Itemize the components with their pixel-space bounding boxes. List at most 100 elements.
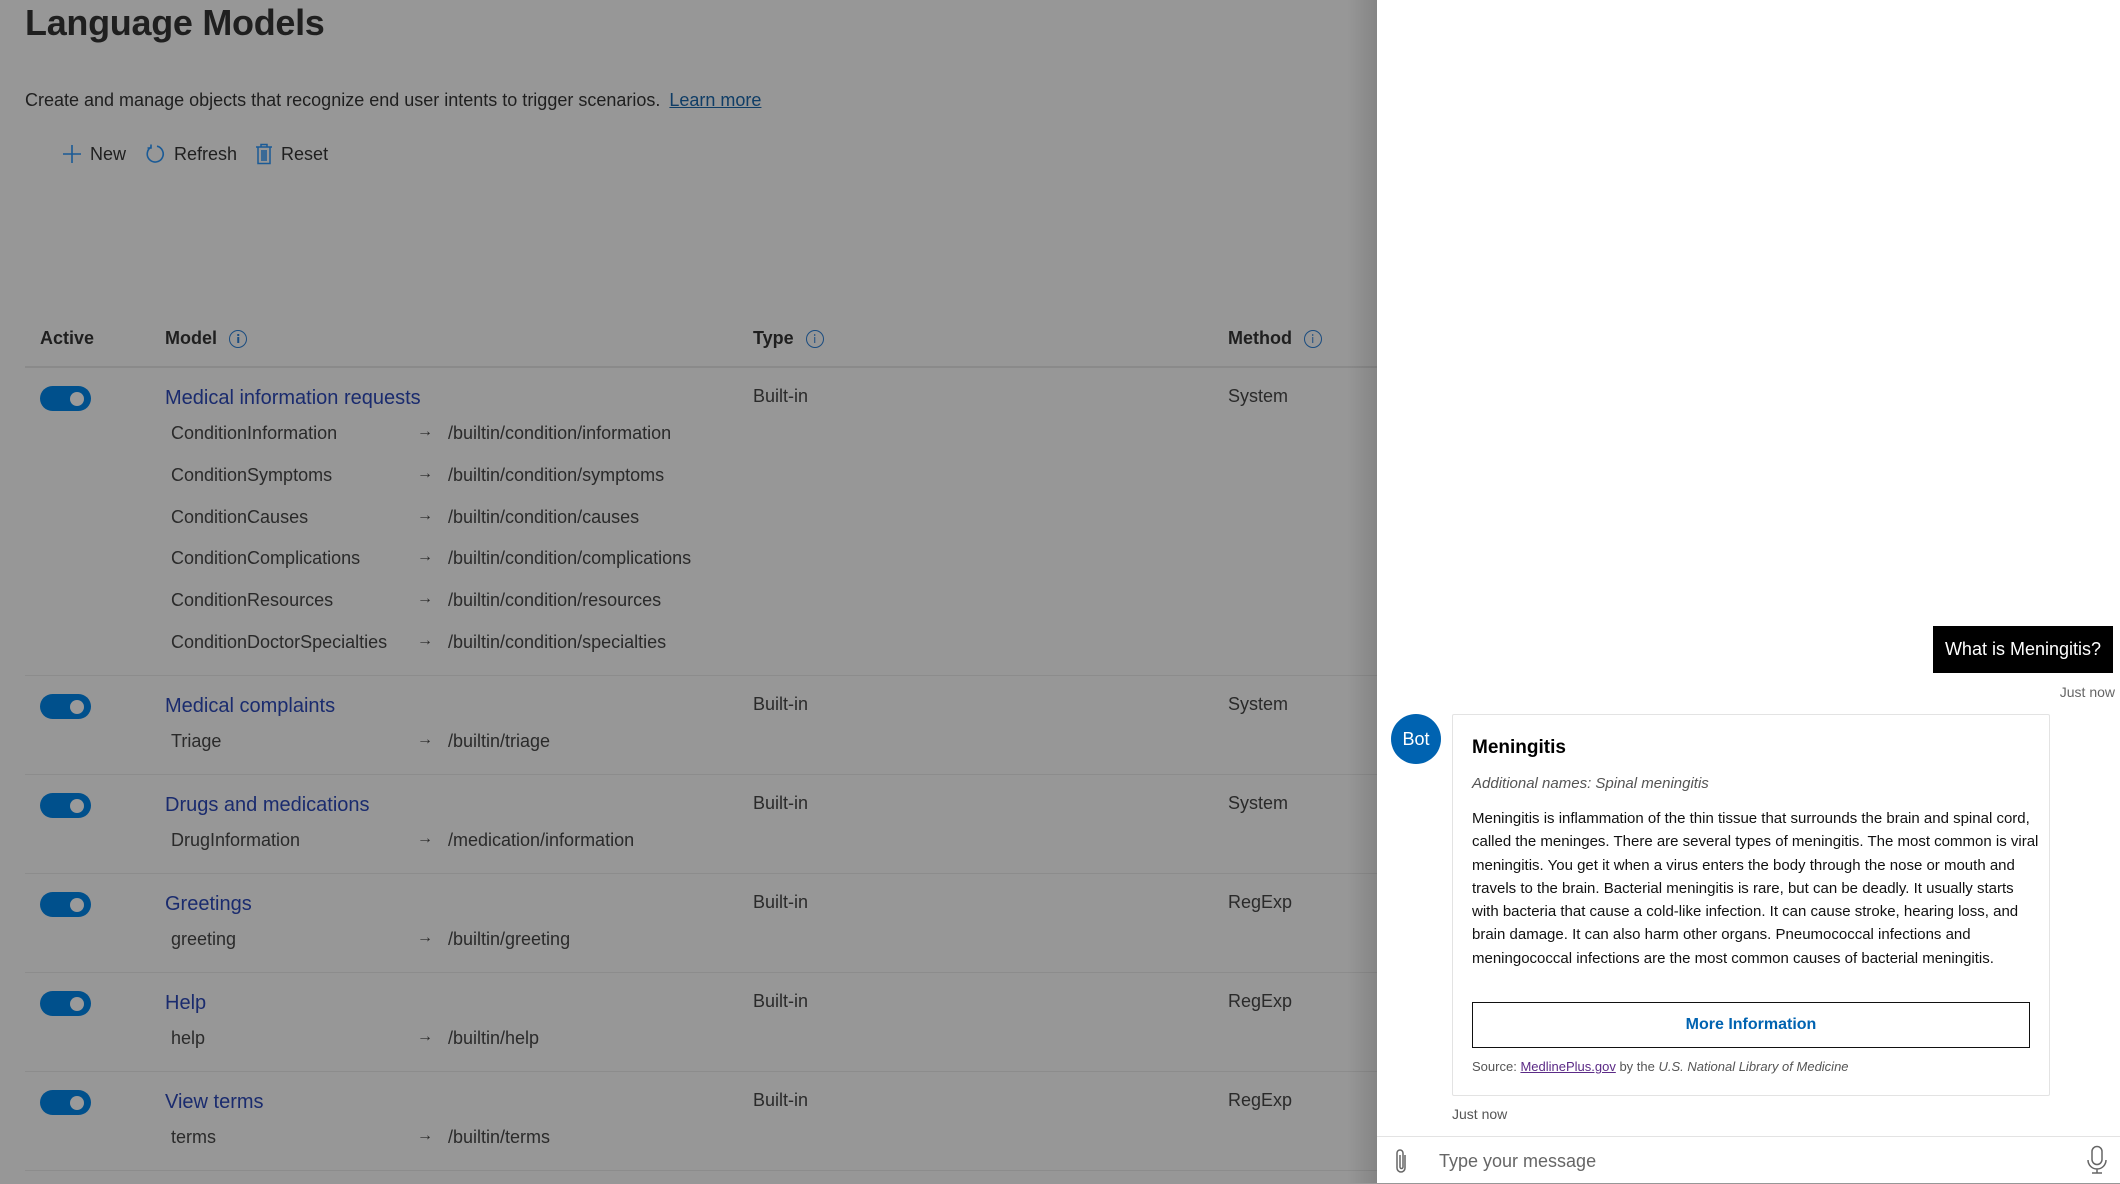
source-org: U.S. National Library of Medicine	[1658, 1059, 1849, 1074]
table-row: Help Built-in RegExp help → /builtin/help	[25, 972, 1377, 1072]
arrow-right-icon: →	[417, 929, 433, 946]
method-cell: RegExp	[1228, 991, 1293, 1011]
bot-avatar: Bot	[1391, 714, 1441, 764]
intent-name: ConditionResources	[171, 590, 334, 611]
intent-name: greeting	[171, 929, 237, 949]
chat-panel: What is Meningitis? Just now Bot Meningi…	[1377, 0, 2120, 1183]
microphone-button[interactable]	[2086, 1145, 2108, 1180]
type-cell: Built-in	[753, 991, 809, 1011]
info-icon[interactable]	[229, 329, 247, 348]
intent-name: ConditionComplications	[171, 548, 361, 569]
description-text: Create and manage objects that recognize…	[25, 90, 661, 110]
model-name-link[interactable]: Drugs and medications	[165, 794, 370, 817]
type-cell: Built-in	[753, 892, 809, 912]
toolbar: New Refresh Reset	[62, 143, 328, 165]
active-toggle[interactable]	[40, 793, 91, 818]
intent-route: /builtin/condition/causes	[448, 506, 640, 527]
intent-route: /medication/information	[448, 830, 635, 850]
table-row: Greetings Built-in RegExp greeting → /builtin…	[25, 873, 1377, 973]
page-title: Language Models	[25, 2, 325, 43]
intent-name: ConditionDoctorSpecialties	[171, 632, 388, 652]
user-message-timestamp: Just now	[2059, 684, 2115, 700]
language-models-page: Language Models Create and manage object…	[0, 0, 1377, 1183]
model-name-link[interactable]: Medical complaints	[165, 695, 335, 718]
card-subtitle: Additional names: Spinal meningitis	[1472, 775, 1709, 792]
intent-route: /builtin/condition/resources	[448, 590, 662, 611]
table-row: View terms Built-in RegExp terms → /builtin/t…	[25, 1071, 1377, 1171]
paperclip-icon	[1396, 1149, 1406, 1173]
refresh-button[interactable]: Refresh	[144, 143, 237, 165]
card-source: Source: MedlinePlus.gov by the U.S. Nati…	[1472, 1059, 1849, 1074]
arrow-right-icon: →	[417, 590, 433, 608]
table-row: Medical information requests Built-in Syst…	[25, 367, 1377, 676]
header-model: Model	[165, 328, 247, 349]
arrow-right-icon: →	[417, 830, 433, 847]
arrow-right-icon: →	[417, 464, 433, 482]
active-toggle[interactable]	[40, 386, 91, 411]
table-header: Active Model Type Method	[25, 322, 1377, 368]
active-toggle[interactable]	[40, 1090, 91, 1115]
microphone-icon	[2087, 1145, 2107, 1174]
info-icon[interactable]	[1303, 329, 1322, 348]
intent-route: /builtin/help	[448, 1028, 540, 1048]
plus-icon	[63, 145, 81, 163]
source-prefix: Source:	[1472, 1059, 1517, 1074]
intent-name: Triage	[171, 731, 222, 751]
method-cell: RegExp	[1228, 892, 1293, 912]
medlineplus-link[interactable]: MedlinePlus.gov	[1520, 1059, 1615, 1074]
arrow-right-icon: →	[417, 1127, 433, 1144]
table-row: Medical complaints Built-in System Triage → /…	[25, 675, 1377, 775]
arrow-right-icon: →	[417, 548, 433, 566]
active-toggle[interactable]	[40, 892, 91, 917]
reset-label: Reset	[281, 143, 329, 164]
info-icon[interactable]	[805, 329, 824, 348]
reset-button[interactable]: Reset	[255, 143, 328, 165]
model-name-link[interactable]: Medical information requests	[165, 387, 421, 410]
active-toggle[interactable]	[40, 694, 91, 719]
arrow-right-icon: →	[417, 423, 433, 440]
new-button[interactable]: New	[62, 144, 126, 165]
message-composer	[1377, 1136, 2120, 1184]
header-active-label: Active	[40, 328, 95, 348]
arrow-right-icon: →	[417, 632, 433, 649]
type-cell: Built-in	[753, 1090, 809, 1110]
attachment-button[interactable]	[1391, 1147, 1411, 1180]
card-body: Meningitis is inflammation of the thin t…	[1472, 810, 2039, 967]
refresh-label: Refresh	[174, 143, 238, 164]
arrow-right-icon: →	[417, 731, 433, 748]
intent-route: /builtin/condition/information	[448, 423, 672, 443]
intent-route: /builtin/condition/symptoms	[448, 464, 665, 485]
type-cell: Built-in	[753, 793, 809, 813]
card-title: Meningitis	[1472, 737, 1566, 758]
table-row: Drugs and medications Built-in System DrugI…	[25, 774, 1377, 874]
more-information-button[interactable]: More Information	[1472, 1002, 2030, 1048]
intent-route: /builtin/condition/specialties	[448, 632, 667, 652]
model-name-link[interactable]: Help	[165, 992, 206, 1015]
method-cell: System	[1228, 793, 1289, 813]
intent-name: ConditionCauses	[171, 506, 309, 527]
header-method: Method	[1228, 328, 1322, 349]
user-message: What is Meningitis?	[1932, 626, 2113, 673]
arrow-right-icon: →	[417, 1028, 433, 1045]
page-description: Create and manage objects that recognize…	[25, 90, 761, 111]
model-name-link[interactable]: View terms	[165, 1091, 264, 1114]
model-name-link[interactable]: Greetings	[165, 893, 252, 916]
intent-name: help	[171, 1028, 206, 1048]
active-toggle[interactable]	[40, 991, 91, 1016]
method-cell: System	[1228, 694, 1289, 714]
intent-name: ConditionInformation	[171, 423, 338, 443]
refresh-icon	[146, 144, 164, 163]
intent-name: DrugInformation	[171, 830, 301, 850]
intent-name: terms	[171, 1127, 216, 1147]
intent-route: /builtin/triage	[448, 731, 551, 751]
learn-more-link[interactable]: Learn more	[669, 90, 761, 110]
panel-shadow	[1347, 0, 1377, 1183]
type-cell: Built-in	[753, 386, 809, 406]
bot-response-card: Meningitis Additional names: Spinal meni…	[1452, 714, 2050, 1096]
header-active: Active	[40, 328, 94, 349]
message-input[interactable]	[1437, 1145, 2041, 1177]
bot-message-timestamp: Just now	[1452, 1106, 1508, 1122]
source-by: by the	[1619, 1059, 1655, 1074]
method-cell: System	[1228, 386, 1289, 406]
intent-route: /builtin/greeting	[448, 929, 571, 949]
